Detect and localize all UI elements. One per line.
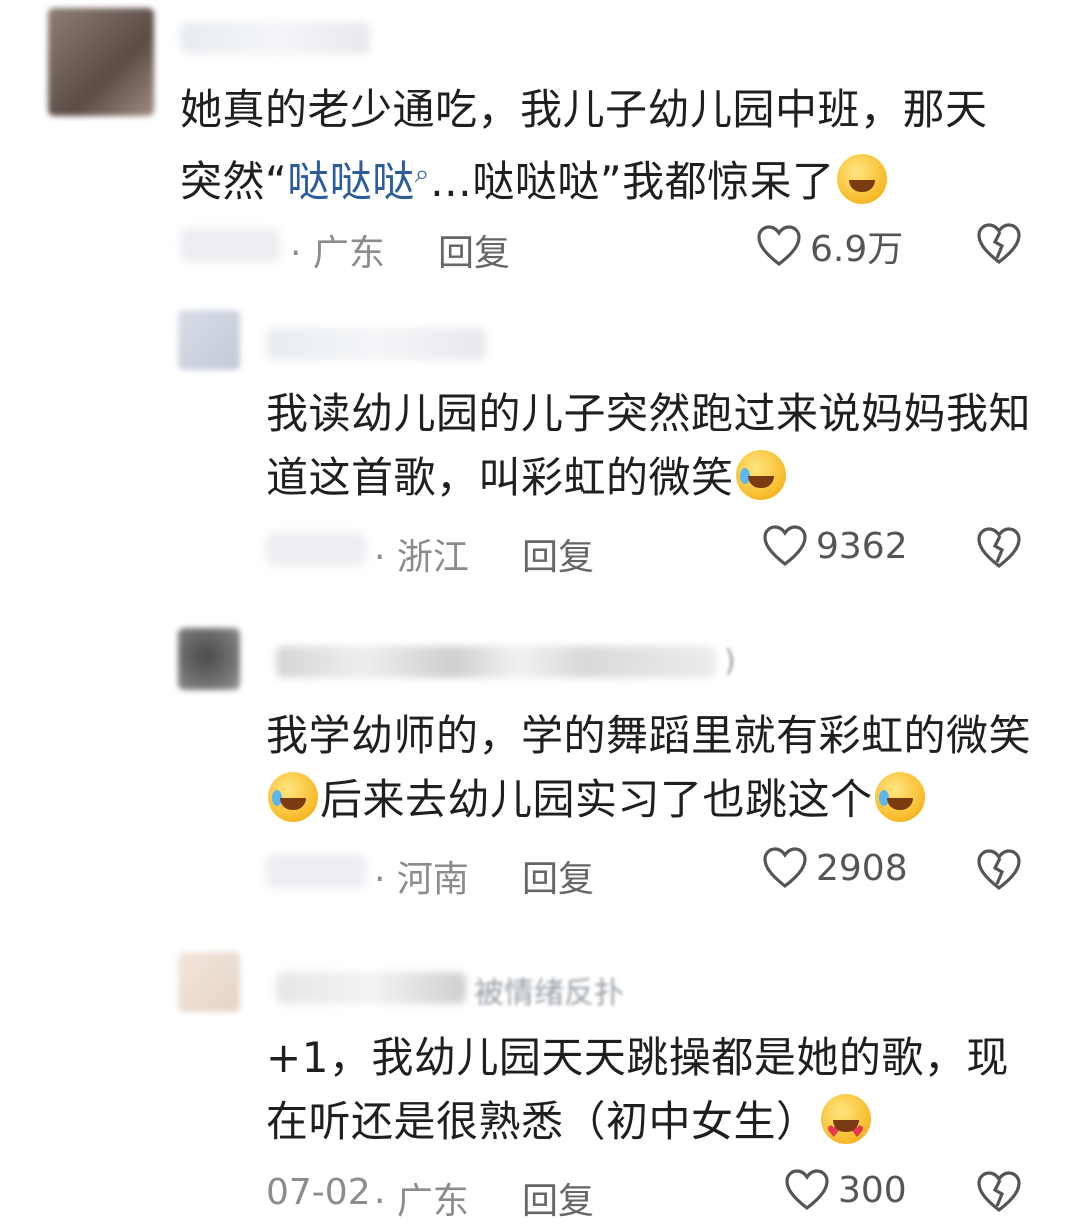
date-blurred [266, 854, 366, 888]
comment-2: 我读幼儿园的儿子突然跑过来说妈妈我知道这首歌，叫彩虹的微笑 · 浙江 回复 93… [0, 300, 1080, 600]
comment-text-b: 后来去幼儿园实习了也跳这个 [320, 775, 873, 824]
like-count: 2908 [816, 847, 908, 889]
comment-text: 我读幼儿园的儿子突然跑过来说妈妈我知道这首歌，叫彩虹的微笑 [266, 382, 1046, 510]
grinning-sweat-emoji-icon [836, 154, 887, 204]
reply-button[interactable]: 回复 [522, 528, 594, 580]
date: 07-02 [266, 1172, 371, 1213]
date-blurred [180, 228, 280, 262]
dislike-button[interactable] [976, 1170, 1022, 1214]
reply-button[interactable]: 回复 [522, 850, 594, 902]
username-blurred[interactable] [276, 646, 716, 678]
username-blurred[interactable] [276, 972, 466, 1004]
comment-4: 被情绪反扑 +1，我幼儿园天天跳操都是她的歌，现在听还是很熟悉（初中女生） 07… [0, 940, 1080, 1225]
rolling-laughing-emoji-icon [268, 772, 318, 822]
username-blurred[interactable] [180, 22, 370, 54]
search-icon[interactable]: ⌕ [415, 159, 430, 189]
comment-text-main: +1，我幼儿园天天跳操都是她的歌，现在听还是很熟悉（初中女生） [266, 1033, 1009, 1146]
heart-eyes-emoji-icon [820, 1094, 871, 1164]
like-button[interactable]: 9362 [762, 524, 908, 568]
comment-1: 她真的老少通吃，我儿子幼儿园中班，那天突然“哒哒哒⌕…哒哒哒”我都惊呆了 · 广… [0, 0, 1080, 290]
comment-text-post: …哒哒哒”我都惊呆了 [429, 157, 835, 206]
broken-heart-icon [977, 223, 1021, 265]
dislike-button[interactable] [976, 222, 1022, 266]
heart-outline-icon [785, 1169, 829, 1211]
like-button[interactable]: 6.9万 [756, 220, 903, 272]
broken-heart-icon [977, 849, 1021, 891]
comment-text: 我学幼师的，学的舞蹈里就有彩虹的微笑后来去幼儿园实习了也跳这个 [266, 704, 1046, 832]
like-button[interactable]: 2908 [762, 846, 908, 890]
broken-heart-icon [977, 1171, 1021, 1213]
avatar[interactable] [178, 952, 240, 1012]
like-count: 6.9万 [810, 229, 904, 270]
avatar[interactable] [48, 8, 154, 116]
comment-text: +1，我幼儿园天天跳操都是她的歌，现在听还是很熟悉（初中女生） [266, 1026, 1026, 1164]
location: · 广东 [374, 1181, 469, 1222]
username-fragment: ) [724, 644, 736, 679]
date-blurred [266, 532, 366, 566]
rolling-laughing-emoji-icon [874, 772, 925, 822]
heart-outline-icon [757, 225, 801, 267]
comment-3: ) 我学幼师的，学的舞蹈里就有彩虹的微笑后来去幼儿园实习了也跳这个 · 河南 回… [0, 620, 1080, 920]
reply-button[interactable]: 回复 [522, 1172, 594, 1224]
comment-text-a: 我学幼师的，学的舞蹈里就有彩虹的微笑 [266, 711, 1032, 760]
username-fragment: 被情绪反扑 [474, 976, 624, 1011]
dislike-button[interactable] [976, 848, 1022, 892]
username-blurred[interactable] [266, 328, 486, 360]
rolling-laughing-emoji-icon [735, 450, 786, 500]
broken-heart-icon [977, 527, 1021, 569]
location: · 河南 [374, 859, 469, 900]
heart-outline-icon [763, 847, 807, 889]
avatar[interactable] [178, 310, 240, 370]
comment-text-main: 我读幼儿园的儿子突然跑过来说妈妈我知道这首歌，叫彩虹的微笑 [266, 389, 1032, 502]
comment-text: 她真的老少通吃，我儿子幼儿园中班，那天突然“哒哒哒⌕…哒哒哒”我都惊呆了 [180, 78, 1000, 214]
reply-button[interactable]: 回复 [438, 224, 510, 276]
location: · 广东 [290, 233, 385, 274]
location: · 浙江 [374, 537, 469, 578]
avatar[interactable] [178, 628, 240, 690]
like-count: 9362 [816, 525, 908, 567]
dislike-button[interactable] [976, 526, 1022, 570]
search-highlight-link[interactable]: 哒哒哒 [287, 157, 415, 206]
like-count: 300 [838, 1169, 907, 1211]
heart-outline-icon [763, 525, 807, 567]
like-button[interactable]: 300 [784, 1168, 907, 1212]
